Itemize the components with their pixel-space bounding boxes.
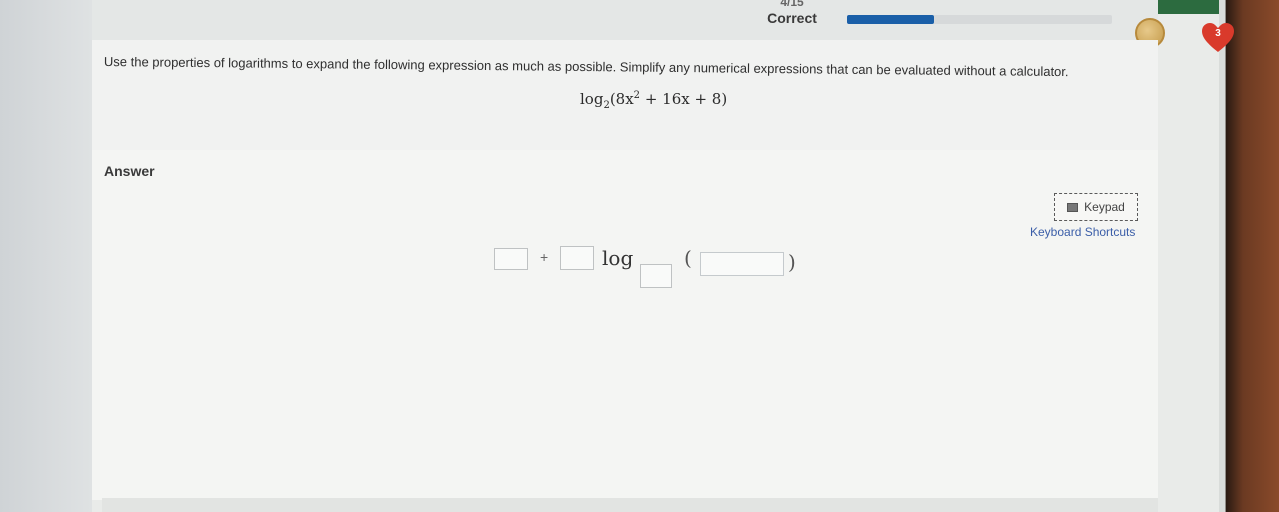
answer-input-row: + log ( )	[494, 246, 814, 288]
keyboard-shortcuts-link[interactable]: Keyboard Shortcuts	[1030, 225, 1135, 239]
progress-bar	[847, 15, 1112, 24]
hearts-indicator[interactable]: 3	[1200, 22, 1236, 54]
header-bar: 4/15 Correct 3	[92, 0, 1234, 52]
expression-body-rest: + 16x + 8)	[640, 90, 728, 108]
keypad-button[interactable]: Keypad	[1054, 193, 1138, 221]
progress-label: 4/15 Correct	[752, 0, 832, 26]
answer-paren-close: )	[788, 250, 796, 274]
log-expression: log2(8x2 + 16x + 8)	[580, 90, 727, 111]
expression-log-word: log	[580, 90, 604, 108]
screen-left-edge	[0, 0, 92, 512]
screen-right-edge	[1219, 0, 1279, 512]
bottom-band	[102, 498, 1158, 512]
answer-constant-input[interactable]	[494, 248, 528, 270]
expression-body-open: (8x	[609, 90, 634, 108]
answer-log-argument-input[interactable]	[700, 252, 784, 276]
answer-card: Answer Keypad Keyboard Shortcuts + log (…	[92, 150, 1158, 500]
keypad-icon	[1067, 202, 1079, 212]
answer-log-base-input[interactable]	[640, 264, 672, 288]
answer-paren-open: (	[684, 246, 692, 270]
answer-log-word: log	[602, 246, 634, 270]
progress-status: Correct	[767, 10, 817, 26]
answer-label: Answer	[104, 163, 155, 179]
answer-coefficient-input[interactable]	[560, 246, 594, 270]
plus-sign: +	[540, 249, 549, 265]
progress-bar-fill	[847, 15, 935, 24]
keypad-label: Keypad	[1084, 200, 1125, 214]
progress-count: 4/15	[780, 0, 804, 9]
hearts-count: 3	[1215, 28, 1221, 39]
question-instruction: Use the properties of logarithms to expa…	[103, 54, 1069, 80]
